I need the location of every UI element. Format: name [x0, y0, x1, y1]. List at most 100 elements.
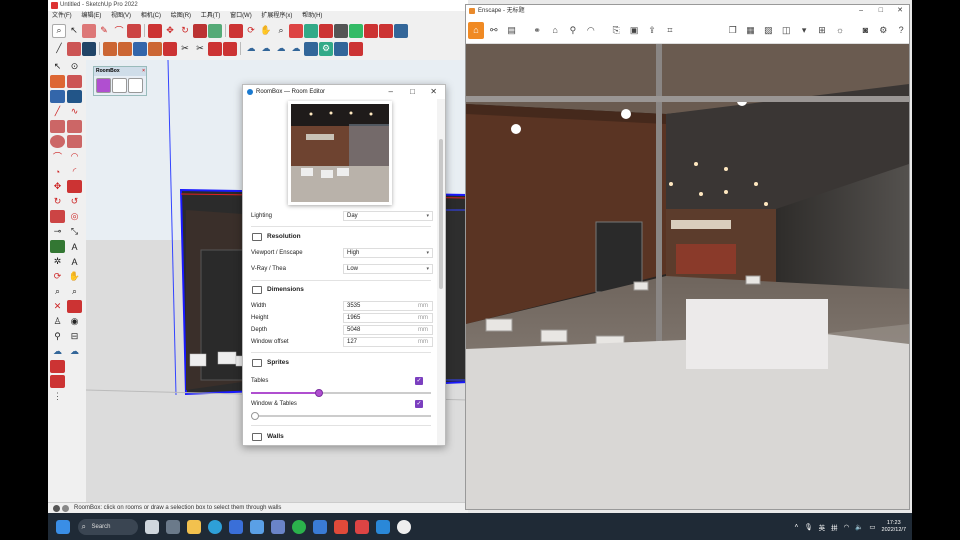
- extension-warehouse-icon[interactable]: [319, 23, 333, 38]
- minimize-icon[interactable]: –: [859, 5, 863, 17]
- rectangle-icon[interactable]: [127, 23, 141, 38]
- menu-edit[interactable]: 编辑(E): [77, 11, 105, 22]
- solid-subtract-icon[interactable]: [118, 41, 132, 56]
- line-tool-icon[interactable]: ╱: [52, 42, 66, 56]
- maximize-icon[interactable]: □: [410, 85, 415, 99]
- search-icon[interactable]: ⌕: [52, 23, 66, 38]
- menu-draw[interactable]: 绘图(R): [167, 11, 195, 22]
- cut-icon[interactable]: ✂: [178, 42, 192, 56]
- pushpull-tool-icon[interactable]: [67, 180, 82, 193]
- window-tables-checkbox[interactable]: ✓: [415, 400, 423, 408]
- cloud-4-icon[interactable]: ☁: [289, 42, 303, 56]
- vr-icon[interactable]: ◙: [857, 22, 873, 39]
- objects-icon[interactable]: ⌂: [547, 22, 563, 39]
- lasso-icon[interactable]: ⊙: [67, 60, 82, 73]
- dimension-icon[interactable]: ⤡: [67, 225, 82, 238]
- pie-icon[interactable]: ◔: [50, 165, 65, 178]
- move-icon[interactable]: ✥: [163, 24, 177, 38]
- move-tool-icon[interactable]: ✥: [50, 180, 65, 193]
- paint-icon[interactable]: [67, 41, 81, 56]
- materials-icon[interactable]: ◠: [583, 22, 599, 39]
- cut-2-icon[interactable]: ✂: [193, 42, 207, 56]
- solid-trim-icon[interactable]: [148, 41, 162, 56]
- file-explorer-icon[interactable]: [187, 519, 201, 534]
- section-tool-icon[interactable]: ⊟: [67, 330, 82, 343]
- ruby-tool-icon[interactable]: [50, 375, 65, 388]
- rect-tool-icon[interactable]: [50, 120, 65, 133]
- info-icon[interactable]: [53, 505, 60, 512]
- microphone-icon[interactable]: 🎙: [804, 523, 812, 531]
- layout-icon[interactable]: [334, 23, 348, 38]
- assets-icon[interactable]: ⚲: [565, 22, 581, 39]
- video-icon[interactable]: ▣: [626, 22, 642, 39]
- select-arrow-icon[interactable]: ↖: [67, 24, 81, 38]
- windows-start-icon[interactable]: [56, 519, 70, 534]
- arc-icon[interactable]: ⌒: [112, 24, 126, 38]
- cloud-icon[interactable]: ☁: [244, 42, 258, 56]
- depth-input[interactable]: 5048 mm: [343, 325, 433, 335]
- arc-3-icon[interactable]: ◜: [67, 165, 82, 178]
- previous-view-icon[interactable]: [67, 300, 82, 313]
- tag-icon[interactable]: [67, 90, 82, 103]
- menu-camera[interactable]: 相机(C): [137, 11, 165, 22]
- menu-extensions[interactable]: 扩展程序(x): [257, 11, 296, 22]
- lights-icon[interactable]: ☼: [832, 22, 848, 39]
- store-icon[interactable]: [229, 519, 243, 534]
- arc-tool-icon[interactable]: ⌒: [50, 150, 65, 163]
- rotate-icon[interactable]: ↻: [178, 24, 192, 38]
- tables-checkbox[interactable]: ✓: [415, 377, 423, 385]
- zoom-extents-icon[interactable]: [289, 23, 303, 38]
- zoom-extents-tool-icon[interactable]: ✕: [50, 300, 65, 313]
- upload-icon[interactable]: ⇪: [644, 22, 660, 39]
- mail-icon[interactable]: [250, 519, 264, 534]
- slider-knob[interactable]: [315, 389, 323, 397]
- link-icon[interactable]: ⚯: [486, 22, 502, 39]
- sketchup-taskbar-icon[interactable]: [355, 519, 369, 534]
- height-input[interactable]: 1965 mm: [343, 313, 433, 323]
- axes-icon[interactable]: ✲: [50, 255, 65, 268]
- vray-resolution-select[interactable]: Low ▾: [343, 264, 433, 274]
- taskbar-search[interactable]: Search: [77, 518, 138, 535]
- panel-icon[interactable]: ▤: [504, 22, 520, 39]
- volume-icon[interactable]: 🔈: [855, 523, 863, 531]
- window-tables-slider[interactable]: [251, 412, 431, 420]
- line-icon[interactable]: ╱: [50, 105, 65, 118]
- language-indicator[interactable]: 英: [819, 522, 826, 532]
- close-icon[interactable]: ✕: [897, 5, 903, 17]
- task-view-icon[interactable]: [145, 519, 159, 534]
- maximize-icon[interactable]: □: [879, 5, 883, 17]
- crop-icon[interactable]: ⌗: [662, 22, 678, 39]
- help-icon[interactable]: ?: [893, 22, 909, 39]
- edge-icon[interactable]: [208, 519, 222, 534]
- enscape-render-view[interactable]: [466, 44, 909, 509]
- orbit-icon[interactable]: ⟳: [244, 24, 258, 38]
- clock[interactable]: 17:23 2022/12/7: [882, 520, 906, 534]
- section-icon[interactable]: [379, 23, 393, 38]
- slider-knob[interactable]: [251, 412, 259, 420]
- offset-icon[interactable]: [208, 23, 222, 38]
- upload-icon[interactable]: [334, 41, 348, 56]
- menu-view[interactable]: 视图(V): [107, 11, 135, 22]
- width-input[interactable]: 3535 mm: [343, 301, 433, 311]
- cloud-tool-icon[interactable]: ☁: [50, 345, 65, 358]
- material-icon[interactable]: [304, 41, 318, 56]
- 3dtext-icon[interactable]: A: [67, 255, 82, 268]
- warehouse-icon[interactable]: [304, 23, 318, 38]
- ruby-icon[interactable]: [349, 41, 363, 56]
- chevron-up-icon[interactable]: ˄: [795, 523, 799, 530]
- book-icon[interactable]: ❐: [725, 22, 741, 39]
- select-icon[interactable]: ↖: [50, 60, 65, 73]
- ime-indicator[interactable]: 拼: [831, 522, 838, 532]
- rotated-rect-icon[interactable]: [67, 120, 82, 133]
- export-icon[interactable]: ⎘: [608, 22, 624, 39]
- close-icon[interactable]: ✕: [430, 85, 437, 99]
- orbit-tool-icon[interactable]: ⟳: [50, 270, 65, 283]
- zoom-icon[interactable]: ⌕: [274, 24, 288, 38]
- eraser-icon[interactable]: [82, 23, 96, 38]
- whatsapp-icon[interactable]: [292, 519, 306, 534]
- photos-icon[interactable]: [271, 519, 285, 534]
- more-tools-icon[interactable]: ⋮: [50, 390, 65, 403]
- dimensions-section-header[interactable]: Dimensions: [251, 284, 431, 296]
- binoculars-icon[interactable]: ⚭: [529, 22, 545, 39]
- dialog-scrollbar[interactable]: [437, 99, 445, 445]
